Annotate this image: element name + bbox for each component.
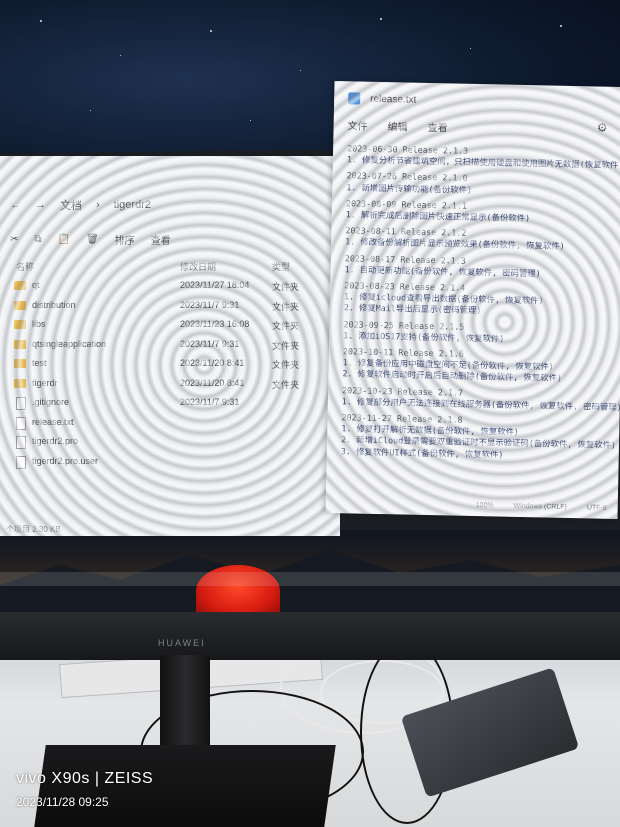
menu-edit[interactable]: 编辑 [387, 118, 407, 133]
encoding: UTF-8 [586, 504, 607, 512]
paste-icon[interactable]: 📋 [58, 234, 70, 245]
view-button[interactable]: 查看 [151, 232, 171, 247]
file-date: 2023/11/7 9:31 [180, 338, 240, 349]
taskbar[interactable] [0, 572, 620, 586]
file-type: 文件夹 [272, 282, 300, 292]
star [40, 20, 42, 22]
explorer-toolbar: ✂ ⧉ 📋 🗑 排序 查看 [10, 228, 330, 250]
file-row[interactable]: tigerdr 2023/11/20 8:41 文件夹 [10, 376, 340, 394]
line-ending: Windows (CRLF) [513, 502, 567, 511]
file-name: qt [32, 280, 40, 290]
file-icon [16, 416, 26, 430]
file-type: 文件夹 [272, 379, 300, 390]
file-row[interactable]: qt 2023/11/27 18:04 文件夹 [10, 278, 340, 296]
camera-watermark: vivo X90s | ZEISS [16, 770, 154, 787]
folder-icon [14, 339, 26, 349]
file-date: 2023/11/23 16:08 [180, 319, 250, 329]
breadcrumb-item[interactable]: tigerdr2 [114, 199, 151, 211]
file-date: 2023/11/7 9:31 [180, 397, 240, 407]
file-name: distribution [32, 299, 76, 310]
folder-icon [14, 378, 26, 388]
folder-icon [14, 281, 26, 290]
column-type[interactable]: 类型 [272, 260, 290, 273]
file-name: tigerdr2.pro.user [32, 455, 99, 466]
notepad-window: release.txt 文件 编辑 查看 ⚙ 2023-06-30 Releas… [325, 80, 620, 520]
monitor-bezel [0, 612, 620, 660]
star [210, 30, 212, 32]
cut-icon[interactable]: ✂ [10, 234, 18, 245]
nav-back-icon[interactable]: ← [10, 199, 21, 211]
file-date: 2023/11/20 8:41 [180, 377, 245, 388]
gear-icon[interactable]: ⚙ [597, 120, 608, 134]
menu-bar: 文件 编辑 查看 [347, 117, 447, 134]
window-title: release.txt [370, 93, 417, 106]
file-name: tigerdr2.pro [32, 436, 79, 446]
file-type: 文件夹 [272, 360, 300, 370]
folder-icon [14, 359, 26, 368]
star [120, 55, 121, 56]
file-row[interactable]: .gitignore 2023/11/7 9:31 [10, 395, 340, 413]
file-name: .gitignore [32, 397, 70, 407]
folder-icon [14, 320, 26, 329]
star [250, 120, 251, 121]
column-header: 名称 修改日期 类型 [10, 260, 330, 276]
file-row[interactable]: test 2023/11/20 8:41 文件夹 [10, 356, 340, 374]
zoom-level: 100% [475, 502, 494, 510]
notepad-icon [348, 92, 361, 105]
chevron-right-icon: › [96, 199, 100, 211]
file-icon [16, 455, 26, 469]
file-row[interactable]: libs 2023/11/23 16:08 文件夹 [10, 317, 340, 335]
file-row[interactable]: qtsingleapplication 2023/11/7 9:31 文件夹 [10, 337, 340, 355]
file-row[interactable]: tigerdr2.pro [10, 434, 340, 452]
status-bar: 100% Windows (CRLF) UTF-8 [476, 502, 607, 512]
text-area[interactable]: 2023-06-30 Release 2.1.3 1. 修复分析节省建筑空间，只扫… [341, 143, 620, 463]
status-bar: 个项目 2.30 KB [6, 525, 61, 534]
nav-forward-icon[interactable]: → [35, 199, 46, 211]
monitor-brand-logo: HUAWEI [158, 638, 206, 648]
file-type: 文件夹 [272, 340, 300, 351]
star [90, 110, 91, 111]
file-date: 2023/11/27 18:04 [180, 280, 250, 290]
file-name: test [32, 358, 47, 368]
file-row[interactable]: release.txt [10, 415, 340, 433]
copy-icon[interactable]: ⧉ [34, 234, 41, 245]
file-name: release.txt [32, 416, 74, 427]
star [300, 70, 301, 71]
file-date: 2023/11/20 8:41 [180, 358, 245, 368]
file-type: 文件夹 [272, 321, 300, 331]
sort-button[interactable]: 排序 [115, 232, 135, 247]
file-explorer-window: ← → 文档 › tigerdr2 ✂ ⧉ 📋 🗑 排序 查看 名称 修改日期 … [0, 156, 340, 536]
star [560, 25, 562, 27]
file-row[interactable]: distribution 2023/11/7 9:31 文件夹 [10, 298, 340, 316]
breadcrumb: ← → 文档 › tigerdr2 [10, 194, 330, 216]
menu-view[interactable]: 查看 [427, 119, 447, 134]
file-icon [16, 436, 26, 449]
star [380, 18, 382, 20]
folder-icon [14, 300, 26, 310]
file-date: 2023/11/7 9:31 [180, 299, 240, 310]
delete-icon[interactable]: 🗑 [86, 234, 99, 245]
breadcrumb-item[interactable]: 文档 [60, 197, 82, 213]
file-name: qtsingleapplication [32, 338, 107, 349]
file-name: tigerdr [32, 377, 58, 388]
menu-file[interactable]: 文件 [347, 117, 367, 132]
file-row[interactable]: tigerdr2.pro.user [10, 454, 340, 472]
column-name[interactable]: 名称 [16, 260, 34, 273]
column-date[interactable]: 修改日期 [180, 260, 216, 273]
photo-timestamp: 2023/11/28 09:25 [16, 795, 109, 809]
file-type: 文件夹 [272, 301, 300, 312]
file-icon [16, 397, 26, 410]
star [470, 48, 471, 49]
file-name: libs [32, 319, 46, 329]
